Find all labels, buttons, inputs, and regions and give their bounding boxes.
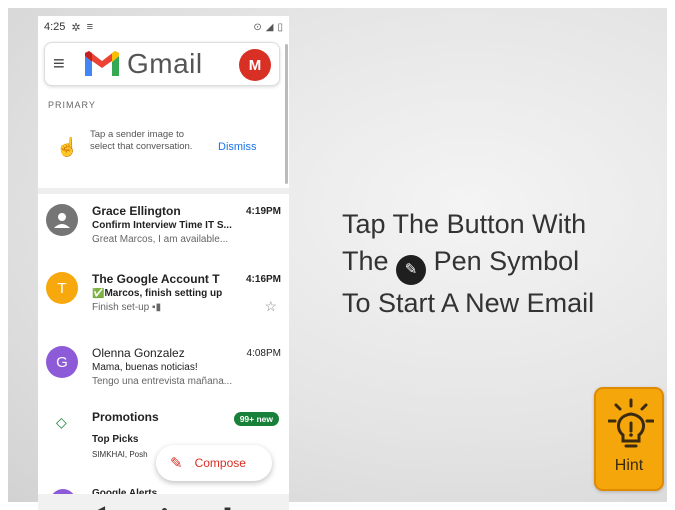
gmail-search-bar[interactable]: ≡ Gmail M — [44, 42, 280, 86]
phone-screen: 4:25 ✲ ≡ ⊙ ◢ ▯ ≡ Gmail M PRIMARY ☝ Tap a… — [38, 16, 289, 510]
recents-icon[interactable]: ■ — [224, 503, 231, 510]
tip-text: Tap a sender image to select that conver… — [90, 129, 193, 152]
email-time: 4:19PM — [245, 206, 281, 217]
sender-avatar[interactable]: G — [46, 346, 78, 378]
settings-icon: ✲ — [71, 21, 81, 34]
email-snippet: Great Marcos, I am available... — [92, 234, 229, 245]
email-sender: Olenna Gonzalez — [92, 346, 185, 360]
back-icon[interactable]: ◀ — [96, 503, 105, 510]
promotions-badge: 99+ new — [233, 412, 279, 426]
email-subject: Confirm Interview Time IT S... — [92, 220, 232, 231]
email-time: 4:16PM — [245, 274, 281, 285]
promotions-title: Promotions — [92, 410, 159, 424]
status-time: 4:25 — [44, 21, 66, 33]
promotions-line1: Top Picks — [92, 434, 139, 445]
email-time: 4:08PM — [246, 348, 281, 359]
sender-avatar[interactable]: T — [46, 272, 78, 304]
email-row[interactable]: T The Google Account T 4:16PM ✅Marcos, f… — [38, 266, 289, 332]
hint-label: Hint — [614, 457, 644, 474]
notification-icon: ≡ — [86, 21, 94, 33]
instruction-line2-end: Pen Symbol — [433, 246, 580, 276]
tag-icon: ◇ — [56, 414, 67, 430]
pen-icon: ✎ — [170, 455, 183, 472]
hint-button[interactable]: Hint — [594, 387, 664, 491]
email-sender: The Google Account T — [92, 272, 220, 286]
primary-section-label: PRIMARY — [48, 100, 96, 110]
email-snippet: Tengo una entrevista mañana... — [92, 376, 233, 387]
status-icons: ⊙ ◢ ▯ — [253, 22, 283, 33]
gmail-logo-icon — [85, 51, 119, 76]
compose-button[interactable]: ✎ Compose — [156, 445, 272, 481]
instruction-line2-start: The — [342, 246, 389, 276]
signal-icon: ◢ — [265, 21, 274, 33]
person-avatar-icon[interactable] — [46, 204, 78, 236]
menu-icon[interactable]: ≡ — [53, 53, 75, 76]
vibrate-icon: ⊙ — [253, 21, 262, 33]
touch-hand-icon: ☝ — [56, 137, 79, 157]
instruction-line1: Tap The Button With — [342, 209, 587, 239]
lightbulb-icon — [608, 398, 654, 448]
compose-label: Compose — [194, 456, 246, 470]
instruction-text: Tap The Button With The ✎ Pen Symbol To … — [342, 206, 642, 322]
pen-icon: ✎ — [396, 255, 427, 285]
battery-icon: ▯ — [277, 21, 283, 33]
star-icon[interactable]: ☆ — [264, 298, 277, 315]
lesson-slide: 4:25 ✲ ≡ ⊙ ◢ ▯ ≡ Gmail M PRIMARY ☝ Tap a… — [8, 8, 667, 510]
email-sender: Grace Ellington — [92, 204, 181, 218]
android-nav-bar: ◀ ● ■ — [38, 494, 289, 510]
sender-image-tip: ☝ Tap a sender image to select that conv… — [38, 121, 289, 183]
account-avatar[interactable]: M — [239, 49, 271, 81]
gmail-wordmark: Gmail — [127, 48, 203, 79]
email-row[interactable]: Grace Ellington 4:19PM Confirm Interview… — [38, 198, 289, 264]
email-row[interactable]: G Olenna Gonzalez 4:08PM Mama, buenas no… — [38, 340, 289, 406]
dismiss-button[interactable]: Dismiss — [218, 141, 257, 153]
email-subject: ✅Marcos, finish setting up — [92, 288, 223, 299]
status-bar: 4:25 ✲ ≡ ⊙ ◢ ▯ — [38, 16, 289, 38]
instruction-line2: The ✎ Pen Symbol — [342, 243, 642, 285]
email-subject: Mama, buenas noticias! — [92, 362, 198, 373]
instruction-line3: To Start A New Email — [342, 288, 595, 318]
email-snippet: Finish set-up ▪▮ — [92, 302, 162, 313]
divider — [38, 188, 289, 194]
home-icon[interactable]: ● — [161, 503, 168, 510]
